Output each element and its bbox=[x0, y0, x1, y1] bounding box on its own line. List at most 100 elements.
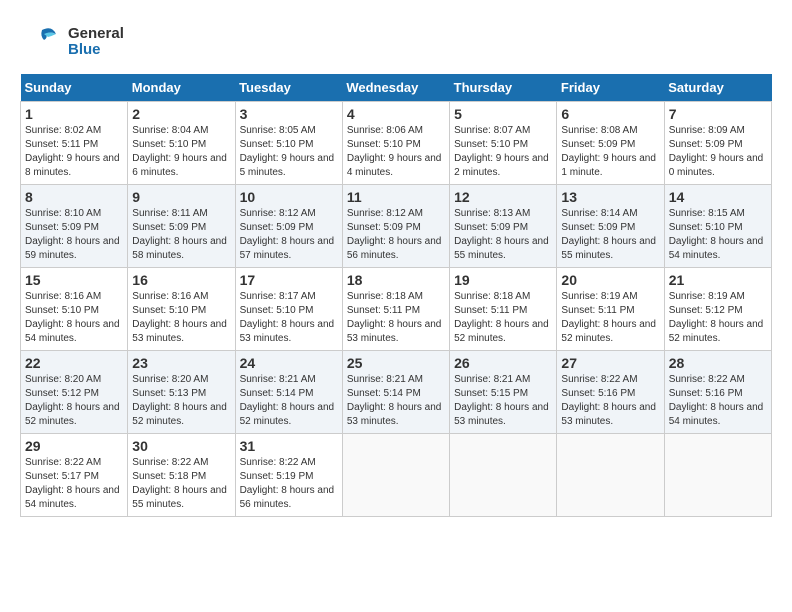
day-info: Sunrise: 8:15 AMSunset: 5:10 PMDaylight:… bbox=[669, 207, 767, 263]
day-info: Sunrise: 8:06 AMSunset: 5:10 PMDaylight:… bbox=[347, 124, 445, 180]
calendar-cell: 8Sunrise: 8:10 AMSunset: 5:09 PMDaylight… bbox=[21, 185, 128, 268]
day-info: Sunrise: 8:20 AMSunset: 5:13 PMDaylight:… bbox=[132, 373, 230, 429]
day-number: 20 bbox=[561, 272, 659, 288]
calendar-cell bbox=[664, 434, 771, 517]
calendar-week-row: 8Sunrise: 8:10 AMSunset: 5:09 PMDaylight… bbox=[21, 185, 772, 268]
day-number: 5 bbox=[454, 106, 552, 122]
weekday-header-saturday: Saturday bbox=[664, 74, 771, 102]
day-number: 7 bbox=[669, 106, 767, 122]
calendar-cell: 20 Sunrise: 8:19 AMSunset: 5:11 PMDayligh… bbox=[557, 268, 664, 351]
day-number: 13 bbox=[561, 189, 659, 205]
calendar-cell: 4 Sunrise: 8:06 AMSunset: 5:10 PMDaylight… bbox=[342, 102, 449, 185]
logo: General Blue bbox=[20, 20, 124, 64]
calendar-cell: 18 Sunrise: 8:18 AMSunset: 5:11 PMDayligh… bbox=[342, 268, 449, 351]
day-info: Sunrise: 8:19 AMSunset: 5:11 PMDaylight:… bbox=[561, 290, 659, 346]
day-info: Sunrise: 8:17 AMSunset: 5:10 PMDaylight:… bbox=[240, 290, 338, 346]
day-number: 29 bbox=[25, 438, 123, 454]
weekday-header-sunday: Sunday bbox=[21, 74, 128, 102]
day-info: Sunrise: 8:22 AMSunset: 5:16 PMDaylight:… bbox=[561, 373, 659, 429]
page-header: General Blue bbox=[20, 20, 772, 64]
weekday-header-wednesday: Wednesday bbox=[342, 74, 449, 102]
day-number: 24 bbox=[240, 355, 338, 371]
calendar-cell: 14 Sunrise: 8:15 AMSunset: 5:10 PMDayligh… bbox=[664, 185, 771, 268]
weekday-header-friday: Friday bbox=[557, 74, 664, 102]
day-info: Sunrise: 8:04 AMSunset: 5:10 PMDaylight:… bbox=[132, 124, 230, 180]
calendar-cell bbox=[342, 434, 449, 517]
day-info: Sunrise: 8:08 AMSunset: 5:09 PMDaylight:… bbox=[561, 124, 659, 180]
weekday-header-thursday: Thursday bbox=[450, 74, 557, 102]
day-info: Sunrise: 8:10 AMSunset: 5:09 PMDaylight:… bbox=[25, 207, 123, 263]
day-info: Sunrise: 8:14 AMSunset: 5:09 PMDaylight:… bbox=[561, 207, 659, 263]
calendar-cell: 28 Sunrise: 8:22 AMSunset: 5:16 PMDayligh… bbox=[664, 351, 771, 434]
day-number: 30 bbox=[132, 438, 230, 454]
calendar-cell: 31 Sunrise: 8:22 AMSunset: 5:19 PMDayligh… bbox=[235, 434, 342, 517]
day-info: Sunrise: 8:22 AMSunset: 5:19 PMDaylight:… bbox=[240, 456, 338, 512]
calendar-cell: 12Sunrise: 8:13 AMSunset: 5:09 PMDayligh… bbox=[450, 185, 557, 268]
day-number: 19 bbox=[454, 272, 552, 288]
day-number: 28 bbox=[669, 355, 767, 371]
day-number: 14 bbox=[669, 189, 767, 205]
day-info: Sunrise: 8:13 AMSunset: 5:09 PMDaylight:… bbox=[454, 207, 552, 263]
logo-blue: Blue bbox=[68, 42, 124, 59]
day-number: 11 bbox=[347, 189, 445, 205]
calendar-cell: 23 Sunrise: 8:20 AMSunset: 5:13 PMDayligh… bbox=[128, 351, 235, 434]
calendar-cell: 17 Sunrise: 8:17 AMSunset: 5:10 PMDayligh… bbox=[235, 268, 342, 351]
day-info: Sunrise: 8:09 AMSunset: 5:09 PMDaylight:… bbox=[669, 124, 767, 180]
calendar-week-row: 1Sunrise: 8:02 AMSunset: 5:11 PMDaylight… bbox=[21, 102, 772, 185]
calendar-cell: 26 Sunrise: 8:21 AMSunset: 5:15 PMDayligh… bbox=[450, 351, 557, 434]
day-info: Sunrise: 8:21 AMSunset: 5:14 PMDaylight:… bbox=[240, 373, 338, 429]
calendar-cell: 21 Sunrise: 8:19 AMSunset: 5:12 PMDayligh… bbox=[664, 268, 771, 351]
day-number: 27 bbox=[561, 355, 659, 371]
day-number: 6 bbox=[561, 106, 659, 122]
calendar-cell: 30 Sunrise: 8:22 AMSunset: 5:18 PMDayligh… bbox=[128, 434, 235, 517]
logo-bird-icon bbox=[20, 20, 64, 64]
day-number: 3 bbox=[240, 106, 338, 122]
day-number: 18 bbox=[347, 272, 445, 288]
calendar-table: SundayMondayTuesdayWednesdayThursdayFrid… bbox=[20, 74, 772, 517]
calendar-week-row: 29 Sunrise: 8:22 AMSunset: 5:17 PMDayligh… bbox=[21, 434, 772, 517]
day-info: Sunrise: 8:05 AMSunset: 5:10 PMDaylight:… bbox=[240, 124, 338, 180]
day-number: 17 bbox=[240, 272, 338, 288]
day-number: 31 bbox=[240, 438, 338, 454]
day-info: Sunrise: 8:22 AMSunset: 5:18 PMDaylight:… bbox=[132, 456, 230, 512]
day-number: 23 bbox=[132, 355, 230, 371]
calendar-cell: 7 Sunrise: 8:09 AMSunset: 5:09 PMDaylight… bbox=[664, 102, 771, 185]
day-number: 22 bbox=[25, 355, 123, 371]
calendar-cell: 10 Sunrise: 8:12 AMSunset: 5:09 PMDayligh… bbox=[235, 185, 342, 268]
calendar-cell: 9 Sunrise: 8:11 AMSunset: 5:09 PMDaylight… bbox=[128, 185, 235, 268]
day-info: Sunrise: 8:12 AMSunset: 5:09 PMDaylight:… bbox=[240, 207, 338, 263]
day-info: Sunrise: 8:22 AMSunset: 5:16 PMDaylight:… bbox=[669, 373, 767, 429]
day-number: 16 bbox=[132, 272, 230, 288]
calendar-week-row: 15 Sunrise: 8:16 AMSunset: 5:10 PMDayligh… bbox=[21, 268, 772, 351]
day-info: Sunrise: 8:11 AMSunset: 5:09 PMDaylight:… bbox=[132, 207, 230, 263]
day-number: 10 bbox=[240, 189, 338, 205]
day-info: Sunrise: 8:16 AMSunset: 5:10 PMDaylight:… bbox=[25, 290, 123, 346]
calendar-cell: 5 Sunrise: 8:07 AMSunset: 5:10 PMDaylight… bbox=[450, 102, 557, 185]
day-info: Sunrise: 8:19 AMSunset: 5:12 PMDaylight:… bbox=[669, 290, 767, 346]
calendar-week-row: 22 Sunrise: 8:20 AMSunset: 5:12 PMDayligh… bbox=[21, 351, 772, 434]
day-info: Sunrise: 8:18 AMSunset: 5:11 PMDaylight:… bbox=[347, 290, 445, 346]
day-number: 25 bbox=[347, 355, 445, 371]
day-number: 26 bbox=[454, 355, 552, 371]
calendar-cell: 29 Sunrise: 8:22 AMSunset: 5:17 PMDayligh… bbox=[21, 434, 128, 517]
calendar-cell bbox=[450, 434, 557, 517]
day-info: Sunrise: 8:16 AMSunset: 5:10 PMDaylight:… bbox=[132, 290, 230, 346]
day-info: Sunrise: 8:21 AMSunset: 5:14 PMDaylight:… bbox=[347, 373, 445, 429]
weekday-header-row: SundayMondayTuesdayWednesdayThursdayFrid… bbox=[21, 74, 772, 102]
weekday-header-tuesday: Tuesday bbox=[235, 74, 342, 102]
day-number: 21 bbox=[669, 272, 767, 288]
day-info: Sunrise: 8:22 AMSunset: 5:17 PMDaylight:… bbox=[25, 456, 123, 512]
day-number: 4 bbox=[347, 106, 445, 122]
day-info: Sunrise: 8:20 AMSunset: 5:12 PMDaylight:… bbox=[25, 373, 123, 429]
day-info: Sunrise: 8:02 AMSunset: 5:11 PMDaylight:… bbox=[25, 124, 123, 180]
day-number: 9 bbox=[132, 189, 230, 205]
calendar-cell: 13 Sunrise: 8:14 AMSunset: 5:09 PMDayligh… bbox=[557, 185, 664, 268]
calendar-cell: 3 Sunrise: 8:05 AMSunset: 5:10 PMDaylight… bbox=[235, 102, 342, 185]
day-info: Sunrise: 8:21 AMSunset: 5:15 PMDaylight:… bbox=[454, 373, 552, 429]
day-number: 15 bbox=[25, 272, 123, 288]
calendar-cell: 15 Sunrise: 8:16 AMSunset: 5:10 PMDayligh… bbox=[21, 268, 128, 351]
calendar-cell: 11Sunrise: 8:12 AMSunset: 5:09 PMDayligh… bbox=[342, 185, 449, 268]
day-info: Sunrise: 8:07 AMSunset: 5:10 PMDaylight:… bbox=[454, 124, 552, 180]
calendar-cell: 16 Sunrise: 8:16 AMSunset: 5:10 PMDayligh… bbox=[128, 268, 235, 351]
day-number: 2 bbox=[132, 106, 230, 122]
